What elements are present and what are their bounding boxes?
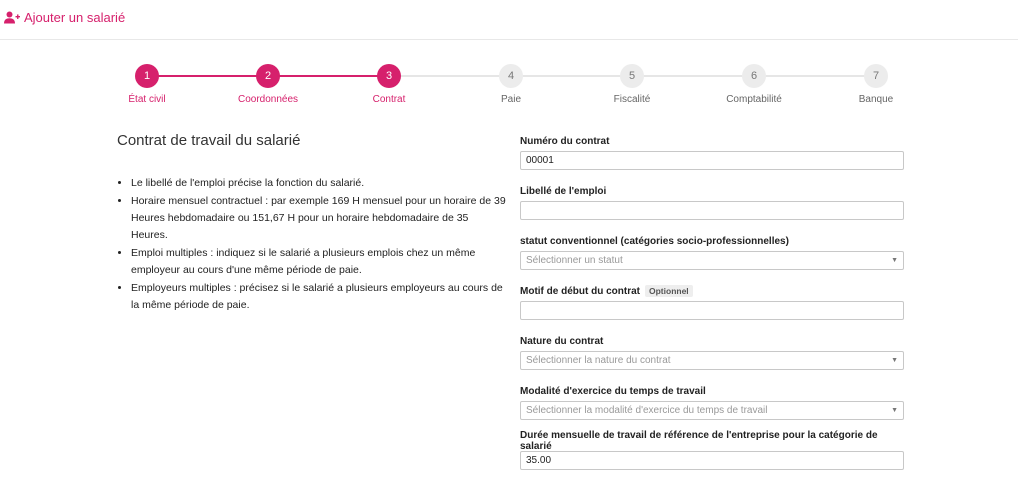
chevron-down-icon: ▼: [891, 407, 898, 414]
header-title: Ajouter un salarié: [24, 10, 126, 25]
step-label: Coordonnées: [237, 94, 299, 105]
nature-placeholder: Sélectionner la nature du contrat: [526, 355, 671, 366]
step-label: État civil: [128, 94, 166, 105]
field-nature: Nature du contrat Sélectionner la nature…: [520, 334, 904, 370]
step-label: Banque: [858, 94, 894, 105]
chevron-down-icon: ▼: [891, 257, 898, 264]
modalite-placeholder: Sélectionner la modalité d'exercice du t…: [526, 405, 768, 416]
info-bullet-list: Le libellé de l'emploi précise la foncti…: [117, 175, 507, 314]
libelle-emploi-input[interactable]: [520, 201, 904, 220]
page-header: Ajouter un salarié: [0, 0, 1018, 40]
step-fiscalite[interactable]: 5 Fiscalité: [572, 64, 692, 105]
step-number: 7: [864, 64, 888, 88]
step-number: 6: [742, 64, 766, 88]
libelle-emploi-label: Libellé de l'emploi: [520, 185, 607, 197]
numero-contrat-input[interactable]: [520, 151, 904, 170]
info-bullet: Le libellé de l'emploi précise la foncti…: [131, 175, 507, 192]
step-contrat[interactable]: 3 Contrat: [329, 64, 449, 105]
step-banque[interactable]: 7 Banque: [816, 64, 936, 105]
nature-select[interactable]: Sélectionner la nature du contrat ▼: [520, 351, 904, 370]
step-comptabilite[interactable]: 6 Comptabilité: [694, 64, 814, 105]
step-paie[interactable]: 4 Paie: [451, 64, 571, 105]
step-coordonnees[interactable]: 2 Coordonnées: [208, 64, 328, 105]
optional-badge: Optionnel: [645, 285, 693, 297]
step-label: Paie: [500, 94, 521, 105]
field-duree: Durée mensuelle de travail de référence …: [520, 430, 904, 470]
info-bullet: Horaire mensuel contractuel : par exempl…: [131, 193, 507, 244]
step-label: Contrat: [372, 94, 406, 105]
field-motif: Motif de début du contrat Optionnel: [520, 284, 904, 320]
chevron-down-icon: ▼: [891, 357, 898, 364]
step-number: 1: [135, 64, 159, 88]
motif-input[interactable]: [520, 301, 904, 320]
motif-label-row: Motif de début du contrat Optionnel: [520, 284, 904, 298]
wizard-stepper: 1 État civil 2 Coordonnées 3 Contrat 4 P…: [85, 64, 950, 108]
step-label: Comptabilité: [726, 94, 782, 105]
field-libelle-emploi: Libellé de l'emploi: [520, 184, 904, 220]
step-number: 4: [499, 64, 523, 88]
step-number: 3: [377, 64, 401, 88]
user-plus-icon: [4, 11, 20, 24]
field-statut: statut conventionnel (catégories socio-p…: [520, 234, 904, 270]
contract-info-panel: Contrat de travail du salarié Le libellé…: [117, 132, 507, 315]
info-bullet: Employeurs multiples : précisez si le sa…: [131, 280, 507, 314]
modalite-select[interactable]: Sélectionner la modalité d'exercice du t…: [520, 401, 904, 420]
statut-placeholder: Sélectionner un statut: [526, 255, 623, 266]
statut-label: statut conventionnel (catégories socio-p…: [520, 235, 789, 247]
section-title: Contrat de travail du salarié: [117, 132, 301, 149]
statut-select[interactable]: Sélectionner un statut ▼: [520, 251, 904, 270]
field-numero-contrat: Numéro du contrat: [520, 134, 904, 170]
step-etat-civil[interactable]: 1 État civil: [87, 64, 207, 105]
numero-contrat-label: Numéro du contrat: [520, 135, 610, 147]
duree-input[interactable]: [520, 451, 904, 470]
motif-label: Motif de début du contrat: [520, 285, 640, 297]
add-employee-heading: Ajouter un salarié: [4, 10, 125, 25]
field-modalite: Modalité d'exercice du temps de travail …: [520, 384, 904, 420]
duree-label: Durée mensuelle de travail de référence …: [520, 430, 878, 452]
info-bullet: Emploi multiples : indiquez si le salari…: [131, 245, 507, 279]
step-number: 5: [620, 64, 644, 88]
nature-label: Nature du contrat: [520, 335, 604, 347]
step-number: 2: [256, 64, 280, 88]
step-label: Fiscalité: [613, 94, 651, 105]
modalite-label: Modalité d'exercice du temps de travail: [520, 385, 706, 397]
